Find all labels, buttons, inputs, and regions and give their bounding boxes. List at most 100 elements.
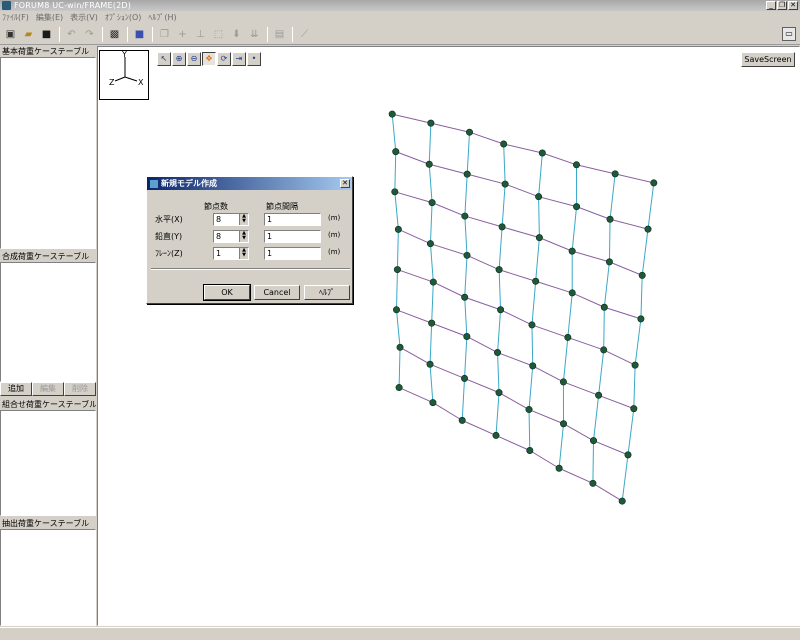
- vertical-member[interactable]: [498, 269, 502, 310]
- vertical-member[interactable]: [535, 237, 540, 282]
- open-folder-icon[interactable]: ▰: [20, 26, 37, 43]
- horizontal-member[interactable]: [535, 280, 573, 294]
- horizontal-member[interactable]: [464, 296, 501, 311]
- frame-node[interactable]: [568, 247, 576, 255]
- menu-edit[interactable]: 編集(E): [36, 12, 63, 23]
- vertical-member[interactable]: [538, 152, 543, 197]
- frame-node[interactable]: [559, 378, 567, 386]
- frame-node[interactable]: [463, 170, 471, 178]
- vertical-member[interactable]: [627, 408, 635, 455]
- depth-spacing-input[interactable]: 1: [264, 247, 321, 260]
- undo-icon[interactable]: ↶: [63, 26, 80, 43]
- frame-node[interactable]: [428, 319, 436, 327]
- horizontal-member[interactable]: [592, 482, 623, 502]
- zoom-in-icon[interactable]: ⊕: [172, 52, 186, 66]
- horizontal-member[interactable]: [433, 281, 465, 298]
- frame-node[interactable]: [500, 140, 508, 148]
- horizontal-member[interactable]: [395, 151, 430, 165]
- support-icon[interactable]: ⊥: [192, 26, 209, 43]
- horizontal-spacing-input[interactable]: 1: [264, 213, 321, 226]
- menu-options[interactable]: ｵﾌﾟｼｮﾝ(O): [105, 12, 142, 23]
- spin-arrows-icon[interactable]: ▲ ▼: [239, 248, 248, 259]
- vertical-member[interactable]: [429, 364, 434, 403]
- horizontal-member[interactable]: [603, 349, 636, 366]
- horizontal-member[interactable]: [539, 237, 573, 252]
- vertical-member[interactable]: [567, 292, 573, 338]
- frame-node[interactable]: [535, 193, 543, 201]
- frame-node[interactable]: [564, 333, 572, 341]
- frame-node[interactable]: [532, 277, 540, 285]
- minimize-button[interactable]: _: [766, 1, 776, 10]
- frame-node[interactable]: [395, 384, 403, 392]
- horizontal-member[interactable]: [563, 423, 594, 442]
- vertical-member[interactable]: [538, 196, 540, 238]
- frame-node[interactable]: [605, 258, 613, 266]
- frame-node[interactable]: [497, 306, 505, 314]
- help-button[interactable]: ﾍﾙﾌﾟ: [304, 285, 350, 300]
- horizontal-count-stepper[interactable]: 8 ▲ ▼: [213, 213, 249, 226]
- frame-node[interactable]: [560, 420, 568, 428]
- vertical-member[interactable]: [558, 423, 565, 469]
- frame-node[interactable]: [391, 188, 399, 196]
- horizontal-member[interactable]: [467, 173, 506, 185]
- frame-node[interactable]: [526, 446, 534, 454]
- frame-node[interactable]: [600, 346, 608, 354]
- frame-node[interactable]: [463, 251, 471, 259]
- horizontal-member[interactable]: [528, 409, 564, 425]
- horizontal-member[interactable]: [529, 450, 560, 469]
- delete-button[interactable]: 削除: [64, 382, 96, 396]
- frame-node[interactable]: [637, 315, 645, 323]
- vertical-member[interactable]: [633, 365, 636, 409]
- horizontal-member[interactable]: [430, 243, 468, 256]
- pan-icon[interactable]: ✥: [202, 52, 216, 66]
- frame-node[interactable]: [644, 225, 652, 233]
- horizontal-member[interactable]: [498, 392, 530, 410]
- vertical-member[interactable]: [528, 365, 534, 410]
- vertical-member[interactable]: [391, 114, 397, 152]
- vertical-member[interactable]: [603, 261, 610, 308]
- distributed-load-icon[interactable]: ⇊: [246, 26, 263, 43]
- vertical-member[interactable]: [498, 226, 503, 270]
- frame-node[interactable]: [573, 203, 581, 211]
- frame-node[interactable]: [630, 405, 638, 413]
- menu-help[interactable]: ﾍﾙﾌﾟ(H): [148, 12, 176, 23]
- vertical-member[interactable]: [592, 440, 595, 484]
- frame-node[interactable]: [427, 119, 435, 127]
- horizontal-member[interactable]: [576, 164, 616, 175]
- zoom-out-icon[interactable]: ⊖: [187, 52, 201, 66]
- vertical-member[interactable]: [497, 352, 500, 393]
- frame-node[interactable]: [393, 266, 401, 274]
- vertical-member[interactable]: [464, 255, 468, 298]
- vertical-member[interactable]: [395, 309, 401, 348]
- reset-view-icon[interactable]: •: [247, 52, 261, 66]
- restore-button[interactable]: ❐: [777, 1, 787, 10]
- frame-node[interactable]: [429, 278, 437, 286]
- horizontal-member[interactable]: [430, 122, 470, 133]
- frame-node[interactable]: [529, 362, 537, 370]
- vertical-member[interactable]: [609, 173, 616, 220]
- frame-node[interactable]: [426, 240, 434, 248]
- horizontal-member[interactable]: [615, 173, 654, 184]
- vertical-member[interactable]: [398, 347, 401, 388]
- frame-node[interactable]: [555, 464, 563, 472]
- frame-node[interactable]: [568, 289, 576, 297]
- horizontal-member[interactable]: [429, 163, 468, 175]
- vertical-member[interactable]: [495, 392, 500, 436]
- frame-node[interactable]: [428, 199, 436, 207]
- dialog-close-button[interactable]: ✕: [340, 179, 350, 188]
- horizontal-member[interactable]: [576, 206, 611, 220]
- horizontal-member[interactable]: [542, 152, 577, 166]
- spin-arrows-icon[interactable]: ▲ ▼: [239, 214, 248, 225]
- horizontal-member[interactable]: [398, 228, 431, 245]
- down-arrow-icon[interactable]: ⬇: [228, 26, 245, 43]
- screenshot-icon[interactable]: ▭: [782, 27, 796, 41]
- frame-node[interactable]: [611, 170, 619, 178]
- vertical-member[interactable]: [647, 182, 655, 230]
- vertical-member[interactable]: [395, 269, 398, 310]
- horizontal-member[interactable]: [397, 269, 434, 283]
- horizontal-member[interactable]: [466, 336, 498, 353]
- horizontal-member[interactable]: [604, 306, 642, 320]
- frame-node[interactable]: [494, 349, 502, 357]
- frame-node[interactable]: [606, 215, 614, 223]
- horizontal-member[interactable]: [394, 191, 433, 204]
